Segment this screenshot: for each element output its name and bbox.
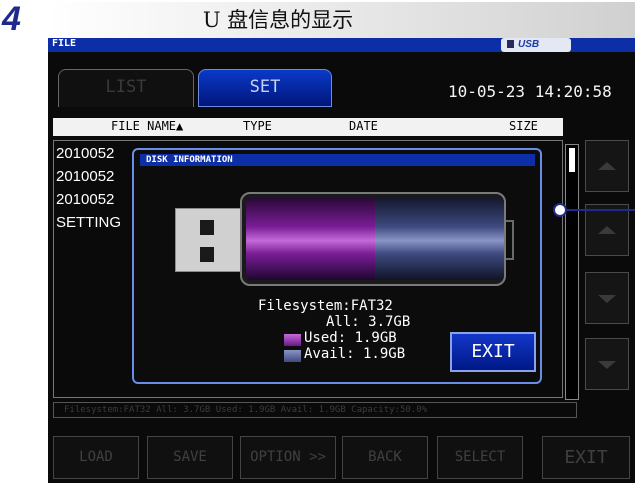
title-bar: FILE USB — [48, 38, 635, 52]
list-item[interactable]: 2010052 — [56, 168, 114, 185]
file-table-header: FILE NAME▲ TYPE DATE SIZE — [53, 118, 563, 136]
save-button[interactable]: SAVE — [147, 436, 233, 479]
filesystem-label: Filesystem:FAT32 — [258, 298, 393, 314]
select-button[interactable]: SELECT — [437, 436, 523, 479]
step-number: 4 — [2, 0, 21, 38]
list-item[interactable]: 2010052 — [56, 145, 114, 162]
window-title: FILE — [52, 38, 77, 49]
plug-hole — [200, 247, 214, 262]
dialog-exit-button[interactable]: EXIT — [450, 332, 536, 372]
usb-badge-label: USB — [518, 39, 540, 50]
back-button[interactable]: BACK — [342, 436, 428, 479]
total-capacity: All: 3.7GB — [326, 314, 411, 330]
scroll-thumb[interactable] — [569, 148, 575, 172]
plug-hole — [200, 220, 214, 235]
list-item[interactable]: 2010052 — [56, 191, 114, 208]
column-type[interactable]: TYPE — [243, 119, 272, 133]
available-capacity: Avail: 1.9GB — [304, 346, 406, 362]
callout-marker — [553, 203, 567, 217]
list-scrollbar[interactable] — [565, 144, 579, 400]
usb-end-cap — [506, 220, 514, 260]
callout-line — [560, 209, 635, 211]
scroll-down-button[interactable] — [585, 272, 629, 324]
page-heading: U 盘信息的显示 — [202, 8, 354, 32]
page-up-button[interactable] — [585, 140, 629, 192]
avail-color-swatch — [284, 350, 301, 362]
available-capacity-bar — [375, 198, 504, 280]
clock-display: 10-05-23 14:20:58 — [448, 82, 612, 101]
column-date[interactable]: DATE — [349, 119, 378, 133]
used-color-swatch — [284, 334, 301, 346]
load-button[interactable]: LOAD — [53, 436, 139, 479]
usb-connector-graphic — [175, 208, 241, 272]
usb-status-badge: USB — [501, 38, 571, 52]
disk-info-dialog: DISK INFORMATION Filesystem:FAT32 All: 3… — [132, 148, 542, 384]
column-size[interactable]: SIZE — [509, 119, 538, 133]
chevron-down-icon — [598, 361, 616, 369]
exit-button[interactable]: EXIT — [542, 436, 630, 479]
chevron-up-icon — [598, 226, 616, 234]
disk-summary-line: Filesystem:FAT32 All: 3.7GB Used: 1.9GB … — [53, 402, 577, 418]
option-button[interactable]: OPTION >> — [240, 436, 336, 479]
dialog-title: DISK INFORMATION — [140, 154, 535, 166]
used-capacity: Used: 1.9GB — [304, 330, 397, 346]
tab-set[interactable]: SET — [198, 69, 332, 107]
used-capacity-bar — [246, 198, 375, 280]
chevron-down-icon — [598, 295, 616, 303]
list-item[interactable]: SETTING — [56, 214, 121, 231]
usb-capacity-graphic — [240, 192, 506, 286]
scroll-up-button[interactable] — [585, 204, 629, 256]
tab-list[interactable]: LIST — [58, 69, 194, 107]
page-down-button[interactable] — [585, 338, 629, 390]
chevron-up-icon — [598, 162, 616, 170]
column-filename[interactable]: FILE NAME▲ — [111, 119, 183, 133]
usb-drive-icon — [507, 40, 514, 48]
device-screen: FILE USB LIST SET 10-05-23 14:20:58 FILE… — [48, 38, 635, 483]
